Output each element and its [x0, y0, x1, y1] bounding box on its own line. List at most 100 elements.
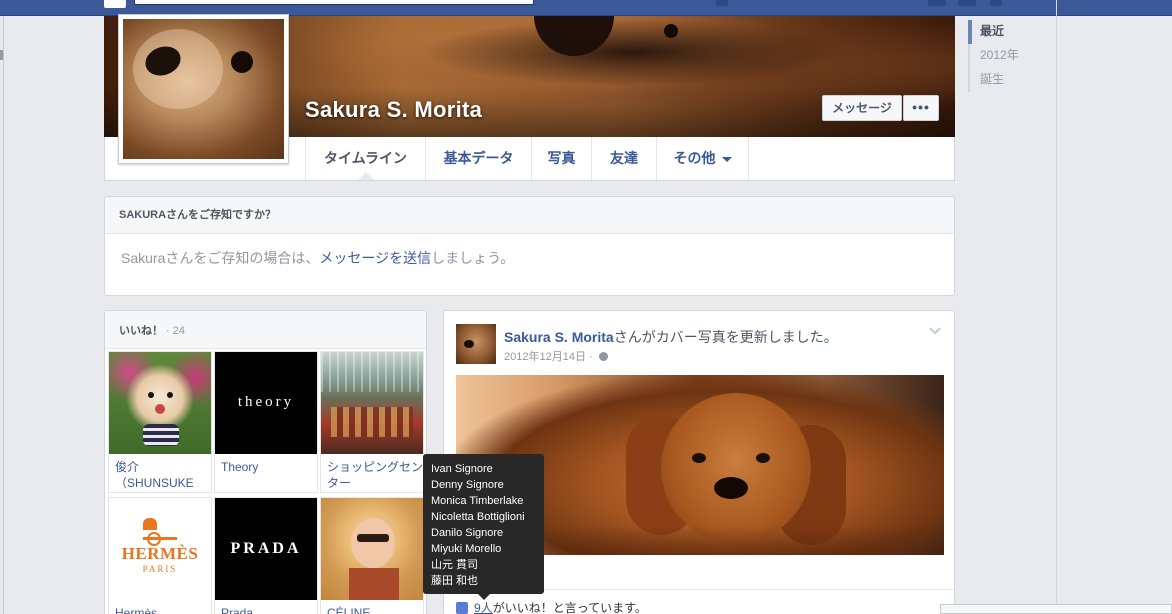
dog-eye-right — [756, 453, 770, 463]
cover-dog-eye — [664, 24, 678, 38]
liker-name: 山元 貫司 — [431, 559, 479, 571]
tab-friends[interactable]: 友達 — [591, 137, 656, 180]
likes-header: いいね！ · 24 — [105, 311, 426, 349]
likes-summary-text: がいいね！と言っています。 — [492, 601, 647, 614]
liker-name: Denny Signore — [431, 479, 504, 491]
mall-photo — [321, 352, 423, 454]
more-options-button[interactable]: ••• — [903, 95, 939, 121]
message-button[interactable]: メッセージ — [822, 95, 902, 121]
like-item-name: Theory — [221, 460, 259, 474]
cover-dog-nose — [534, 16, 614, 56]
post-author-link[interactable]: Sakura S. Morita — [504, 329, 614, 345]
tab-more-label: その他 — [673, 150, 716, 166]
likers-tooltip: Ivan Signore Denny Signore Monica Timber… — [423, 454, 544, 594]
dog-head — [661, 393, 811, 543]
dog-eye — [231, 51, 253, 73]
like-item[interactable]: ショッピングセンター — [320, 351, 424, 493]
do-you-know-text-before: Sakuraさんをご存知の場合は、 — [121, 250, 320, 266]
like-item[interactable]: 俊介 （SHUNSUKE — [108, 351, 212, 493]
post-date[interactable]: 2012年12月14日 — [504, 351, 586, 363]
hermes-logo-text: HERMÈS — [121, 544, 199, 563]
do-you-know-title: SAKURAさんをご存知ですか？ — [105, 197, 954, 234]
like-item[interactable]: theory Theory — [214, 351, 318, 493]
likes-separator: · — [166, 325, 170, 337]
thumbs-up-icon — [456, 602, 468, 614]
avatar-dog-nose — [464, 340, 474, 348]
likes-count-link[interactable]: 9人 — [474, 601, 493, 614]
right-column-divider — [1056, 0, 1057, 614]
theory-logo-text: theory — [237, 394, 295, 410]
dog-eye-right — [167, 392, 173, 398]
like-item-name: Prada — [221, 606, 254, 614]
send-message-link[interactable]: メッセージを送信 — [319, 250, 431, 266]
like-item-name: 俊介 （SHUNSUKE — [115, 460, 194, 490]
like-item[interactable]: HERMÈS PARIS Hermès — [108, 497, 212, 614]
celine-photo — [321, 498, 423, 600]
mall-roof — [321, 352, 423, 392]
tab-more[interactable]: その他 — [656, 137, 749, 180]
likes-count: 24 — [172, 325, 185, 337]
post-meta-separator: · — [585, 351, 596, 363]
model-face — [351, 518, 395, 568]
chat-bar[interactable] — [940, 604, 1172, 614]
like-item-name: ショッピングセンター — [327, 460, 424, 490]
notifications-icon[interactable] — [990, 0, 1002, 6]
active-tab-pointer — [358, 172, 374, 180]
window-edge — [3, 16, 4, 614]
like-item-name: CÉLINE — [327, 606, 371, 614]
profile-picture[interactable] — [118, 14, 289, 164]
prada-logo-text: PRADA — [230, 540, 302, 557]
like-item-name: Hermès — [115, 606, 158, 614]
year-item-2012[interactable]: 2012年 — [968, 44, 1038, 68]
do-you-know-box: SAKURAさんをご存知ですか？ Sakuraさんをご存知の場合は、メッセージを… — [104, 196, 955, 296]
liker-name: 藤田 和也 — [431, 575, 479, 587]
dog-sweater — [143, 424, 179, 446]
profile-picture-image — [123, 19, 284, 159]
scroll-marker — [0, 50, 3, 60]
globe-icon[interactable] — [598, 352, 608, 361]
tooltip-arrow — [478, 594, 490, 600]
liker-name: Monica Timberlake — [431, 495, 524, 507]
dog-eye-left — [692, 453, 706, 463]
year-item-recent[interactable]: 最近 — [968, 20, 1038, 44]
post-likes-summary: 9人がいいね！と言っています。 — [456, 599, 647, 614]
chevron-down-icon[interactable] — [929, 323, 941, 335]
liker-name: Miyuki Morello — [431, 543, 502, 555]
hermes-logo: HERMÈS PARIS — [109, 498, 211, 600]
home-icon[interactable] — [716, 0, 728, 6]
post-action-text: さんがカバー写真を更新しました。 — [613, 329, 838, 345]
year-item-born[interactable]: 誕生 — [968, 68, 1038, 92]
year-navigation: 最近 2012年 誕生 — [968, 20, 1038, 92]
tab-photos[interactable]: 写真 — [531, 137, 591, 180]
sunglasses-icon — [357, 534, 389, 542]
dog-eye-left — [148, 392, 154, 398]
model-body — [349, 568, 399, 600]
likes-box: いいね！ · 24 俊介 （SHUNSUKE theory Theory ショッピン… — [104, 310, 427, 614]
dog-nose — [714, 477, 748, 499]
hermes-logo-subtext: PARIS — [142, 564, 178, 574]
caret-down-icon — [721, 156, 732, 162]
do-you-know-text-after: しましょう。 — [431, 250, 515, 266]
post-meta: 2012年12月14日 · — [504, 348, 608, 364]
facebook-logo-icon[interactable] — [104, 0, 126, 8]
search-input[interactable] — [134, 0, 534, 5]
friend-requests-icon[interactable] — [928, 0, 946, 6]
like-item[interactable]: PRADA Prada — [214, 497, 318, 614]
prada-logo: PRADA — [215, 498, 317, 600]
like-item[interactable]: CÉLINE — [320, 497, 424, 614]
pomeranian-photo — [109, 352, 211, 454]
mall-stores — [331, 407, 413, 437]
do-you-know-text: Sakuraさんをご存知の場合は、メッセージを送信しましょう。 — [105, 234, 954, 268]
messages-icon[interactable] — [958, 0, 976, 6]
liker-name: Danilo Signore — [431, 527, 504, 539]
profile-name[interactable]: Sakura S. Morita — [305, 97, 482, 123]
likes-title[interactable]: いいね！ — [119, 325, 163, 337]
liker-name: Ivan Signore — [431, 463, 493, 475]
post-header: Sakura S. Moritaさんがカバー写真を更新しました。 — [504, 327, 838, 347]
post-author-avatar[interactable] — [456, 324, 496, 364]
carriage-icon — [143, 518, 177, 546]
tab-about[interactable]: 基本データ — [425, 137, 531, 180]
dog-tongue — [155, 404, 165, 414]
liker-name: Nicoletta Bottiglioni — [431, 511, 525, 523]
theory-logo: theory — [215, 352, 317, 454]
